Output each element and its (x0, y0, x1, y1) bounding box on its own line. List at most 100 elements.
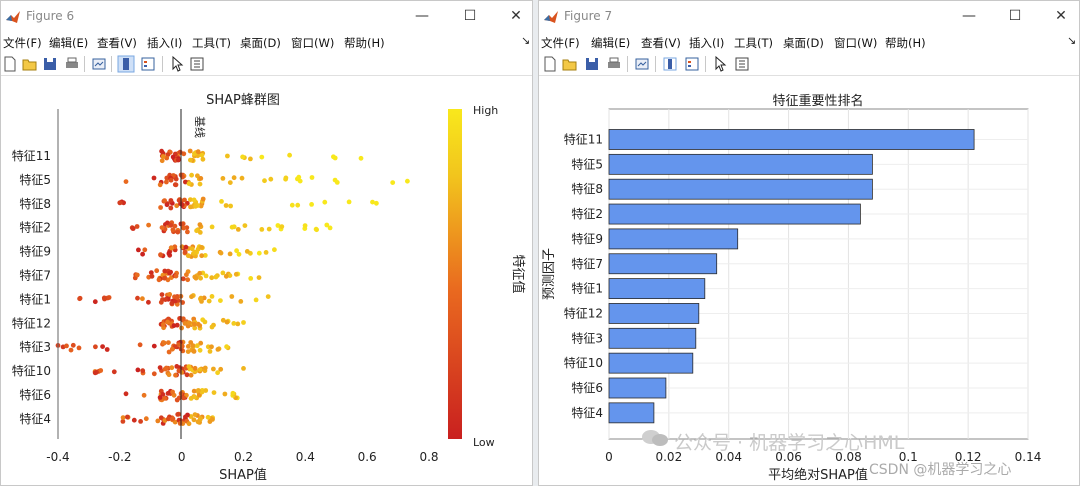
dock-arrow-icon[interactable]: ↘ (1067, 34, 1076, 47)
legend-icon[interactable] (139, 55, 157, 73)
shap-point (167, 292, 173, 297)
matlab-icon (6, 11, 20, 23)
importance-bar[interactable] (608, 178, 873, 200)
property-editor-icon[interactable] (733, 55, 751, 73)
shap-point (93, 344, 98, 350)
shap-point (405, 178, 410, 184)
menu-help[interactable]: 帮助(H) (344, 35, 385, 51)
shap-point (191, 197, 197, 203)
close-button[interactable]: ✕ (504, 6, 528, 26)
shap-point (168, 198, 174, 203)
figure-6-window: Figure 6 — ☐ ✕ 文件(F) 编辑(E) 查看(V) 插入(I) 工… (0, 0, 533, 486)
print-icon[interactable] (63, 55, 81, 73)
menu-insert[interactable]: 插入(I) (147, 35, 182, 51)
shap-point (231, 175, 237, 181)
x-tick-label: 0.4 (296, 450, 315, 464)
importance-bar[interactable] (608, 253, 718, 275)
toolbar-separator (655, 56, 656, 72)
shap-point (123, 179, 129, 184)
open-file-icon[interactable] (561, 55, 579, 73)
importance-bar[interactable] (608, 129, 975, 150)
minimize-button[interactable]: — (410, 6, 434, 26)
link-plot-icon[interactable] (90, 55, 108, 73)
shap-point (159, 292, 165, 297)
shap-point (242, 223, 248, 229)
importance-bar[interactable] (608, 303, 700, 324)
save-icon[interactable] (41, 55, 59, 73)
maximize-button[interactable]: ☐ (458, 6, 482, 26)
shap-point (192, 249, 198, 255)
feature-label: 特征11 (564, 132, 603, 147)
shap-point (135, 295, 140, 301)
menu-view[interactable]: 查看(V) (641, 35, 681, 51)
matlab-icon (544, 11, 558, 23)
shap-point (223, 273, 229, 279)
menu-file[interactable]: 文件(F) (3, 35, 42, 51)
new-figure-icon[interactable] (1, 55, 19, 73)
importance-bar[interactable] (608, 153, 873, 175)
shap-point (309, 202, 314, 207)
colorbar-icon[interactable] (117, 55, 135, 73)
maximize-button[interactable]: ☐ (1003, 6, 1027, 26)
importance-bar[interactable] (608, 203, 861, 225)
feature-label: 特征2 (19, 220, 51, 235)
shap-point (227, 251, 233, 257)
menu-file[interactable]: 文件(F) (541, 35, 580, 51)
menu-desktop[interactable]: 桌面(D) (783, 35, 824, 51)
legend-icon[interactable] (683, 55, 701, 73)
shap-point (111, 369, 117, 375)
shap-point (205, 414, 211, 420)
menu-edit[interactable]: 编辑(E) (49, 35, 88, 51)
shap-point (186, 320, 192, 326)
menu-window[interactable]: 窗口(W) (291, 35, 334, 51)
shap-point (159, 225, 165, 231)
shap-point (157, 365, 163, 370)
shap-point (198, 295, 204, 301)
menu-tools[interactable]: 工具(T) (192, 35, 231, 51)
shap-point (141, 392, 147, 398)
menu-window[interactable]: 窗口(W) (834, 35, 877, 51)
shap-point (70, 342, 76, 348)
title-bar[interactable]: Figure 7 — ☐ ✕ (539, 1, 1079, 32)
shap-point (207, 419, 213, 424)
colorbar[interactable] (448, 109, 462, 439)
property-editor-icon[interactable] (188, 55, 206, 73)
importance-bar[interactable] (608, 228, 739, 250)
shap-point (177, 421, 183, 426)
title-bar[interactable]: Figure 6 — ☐ ✕ (1, 1, 532, 32)
colorbar-icon[interactable] (661, 55, 679, 73)
close-button[interactable]: ✕ (1049, 6, 1073, 26)
print-icon[interactable] (605, 55, 623, 73)
importance-bar[interactable] (608, 402, 655, 424)
pointer-icon[interactable] (168, 55, 186, 73)
dock-arrow-icon[interactable]: ↘ (521, 34, 530, 47)
shap-point (332, 155, 338, 161)
open-file-icon[interactable] (21, 55, 39, 73)
shap-point (189, 294, 194, 300)
importance-bar[interactable] (608, 352, 694, 374)
feature-label: 特征3 (19, 339, 51, 354)
menu-tools[interactable]: 工具(T) (734, 35, 773, 51)
minimize-button[interactable]: — (957, 6, 981, 26)
feature-label: 特征7 (571, 256, 603, 271)
shap-point (191, 348, 197, 354)
menu-desktop[interactable]: 桌面(D) (240, 35, 281, 51)
menu-help[interactable]: 帮助(H) (885, 35, 926, 51)
importance-bar[interactable] (608, 278, 706, 300)
save-icon[interactable] (583, 55, 601, 73)
new-figure-icon[interactable] (541, 55, 559, 73)
shap-point (198, 275, 204, 281)
importance-bar[interactable] (608, 327, 697, 349)
pointer-icon[interactable] (711, 55, 729, 73)
menu-edit[interactable]: 编辑(E) (591, 35, 630, 51)
shap-point (149, 273, 155, 279)
shap-point (197, 323, 203, 328)
link-plot-icon[interactable] (633, 55, 651, 73)
shap-point (169, 365, 175, 371)
menu-view[interactable]: 查看(V) (97, 35, 137, 51)
shap-point (185, 229, 190, 235)
importance-bar[interactable] (608, 377, 667, 399)
shap-point (200, 196, 206, 202)
menu-insert[interactable]: 插入(I) (689, 35, 724, 51)
shap-point (197, 222, 203, 228)
